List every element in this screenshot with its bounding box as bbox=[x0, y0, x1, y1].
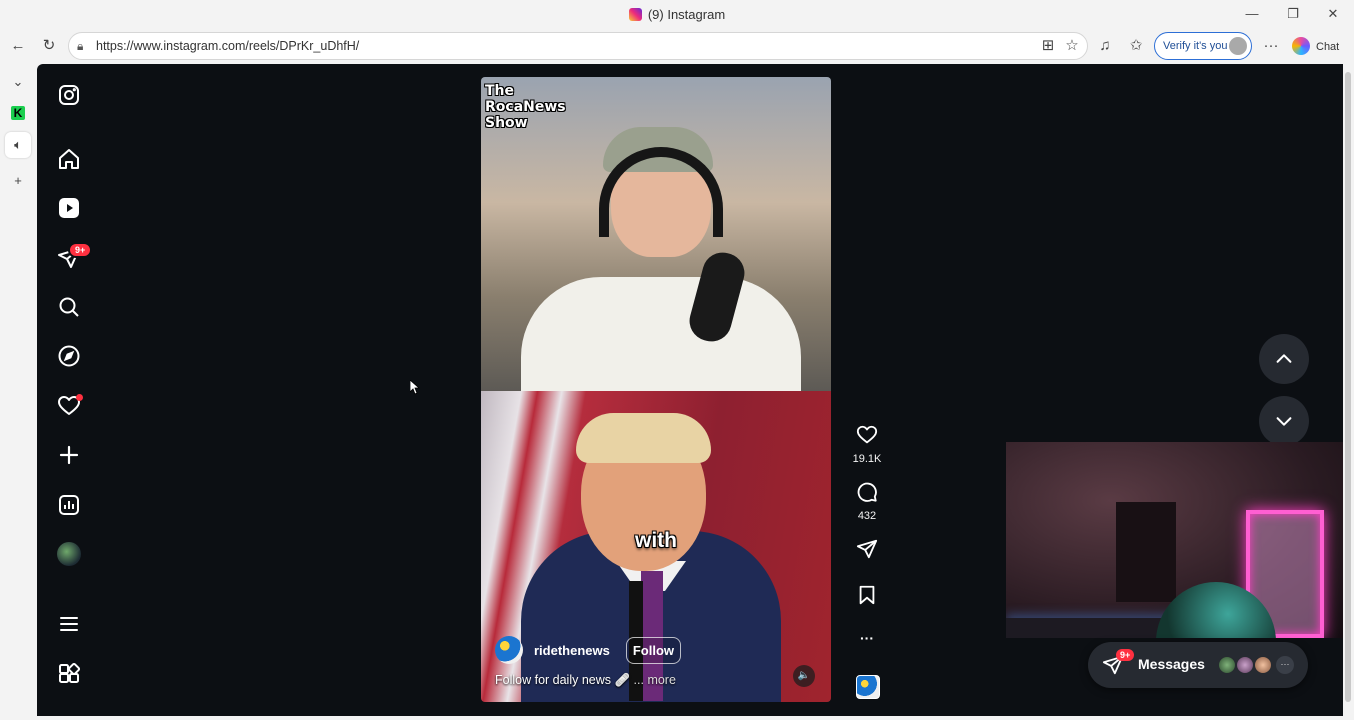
contact-avatar bbox=[1218, 656, 1236, 674]
address-bar[interactable]: 🔒︎ https://www.instagram.com/reels/DPrKr… bbox=[68, 32, 1088, 60]
reel-author: ridethenews Follow bbox=[495, 635, 682, 665]
instagram-favicon-icon bbox=[628, 8, 642, 21]
more-options-button[interactable]: ··· bbox=[845, 630, 889, 646]
messages-button[interactable]: 9+ Messages ··· bbox=[1088, 642, 1308, 688]
profile-avatar-icon bbox=[1229, 37, 1247, 55]
favorite-star-icon[interactable]: ☆ bbox=[1062, 36, 1082, 56]
collapse-chevron-icon[interactable]: ⌄ bbox=[8, 72, 28, 92]
previous-reel-button[interactable] bbox=[1259, 334, 1309, 384]
comment-button[interactable]: 432 bbox=[845, 481, 889, 522]
minimize-button[interactable]: — bbox=[1237, 4, 1267, 24]
chevron-up-icon bbox=[1276, 354, 1292, 363]
next-reel-button[interactable] bbox=[1259, 396, 1309, 446]
window-title: (9) Instagram bbox=[0, 7, 1354, 22]
instagram-nav: 9+ bbox=[37, 64, 101, 716]
like-count: 19.1K bbox=[852, 453, 882, 465]
favorites-icon[interactable]: ✩ bbox=[1126, 36, 1146, 56]
chevron-down-icon bbox=[1276, 417, 1292, 426]
read-aloud-icon[interactable]: ♫ bbox=[1095, 36, 1115, 56]
search-icon[interactable] bbox=[57, 295, 81, 319]
chat-label: Chat bbox=[1316, 41, 1340, 53]
dashboard-chart-icon[interactable] bbox=[57, 493, 81, 517]
save-button[interactable] bbox=[845, 584, 889, 611]
explore-compass-icon[interactable] bbox=[57, 344, 81, 368]
bookmark-icon bbox=[859, 585, 875, 605]
author-username[interactable]: ridethenews bbox=[534, 643, 610, 658]
messages-badge: 9+ bbox=[1116, 649, 1135, 661]
home-icon[interactable] bbox=[57, 147, 81, 171]
scrollbar-thumb[interactable] bbox=[1345, 72, 1351, 702]
show-logo: The RocaNews Show bbox=[485, 83, 566, 131]
instagram-logo-icon[interactable] bbox=[57, 83, 81, 107]
video-caption: with bbox=[635, 529, 677, 552]
restore-button[interactable]: ❐ bbox=[1278, 4, 1308, 24]
copilot-icon bbox=[1292, 37, 1310, 55]
reload-icon[interactable]: ↻ bbox=[39, 36, 59, 56]
video-top-podcast-frame: The RocaNews Show bbox=[481, 77, 831, 427]
verify-label: Verify it's you bbox=[1163, 40, 1228, 52]
comment-count: 432 bbox=[857, 510, 877, 522]
heart-icon bbox=[856, 425, 878, 444]
show-logo-line3: Show bbox=[485, 115, 528, 131]
profile-avatar[interactable] bbox=[57, 542, 81, 566]
author-avatar[interactable] bbox=[495, 636, 523, 664]
browser-sidebar: ⌄ K 🔈︎ + bbox=[0, 64, 37, 720]
address-url[interactable]: https://www.instagram.com/reels/DPrKr_uD… bbox=[96, 39, 359, 53]
comment-icon bbox=[857, 482, 877, 502]
reel-video[interactable]: The RocaNews Show with ridethenews Follo… bbox=[481, 77, 831, 702]
messages-more-icon: ··· bbox=[1276, 656, 1294, 674]
create-plus-icon[interactable] bbox=[57, 443, 81, 467]
reels-icon[interactable] bbox=[57, 196, 81, 220]
back-arrow-icon[interactable]: ← bbox=[8, 36, 28, 56]
reel-description: Follow for daily news 🩹 ... more bbox=[495, 673, 676, 688]
also-from-meta-icon[interactable] bbox=[57, 662, 81, 686]
instagram-page: 9+ The RocaNews Show with ridethenews Fo… bbox=[37, 64, 1343, 716]
verify-profile-button[interactable]: Verify it's you bbox=[1154, 32, 1252, 60]
add-tab-icon[interactable]: + bbox=[8, 171, 28, 191]
podcast-host-figure bbox=[521, 127, 801, 427]
messages-label: Messages bbox=[1138, 656, 1205, 672]
app-available-icon[interactable]: ⊞ bbox=[1038, 36, 1058, 56]
window-title-text: (9) Instagram bbox=[647, 7, 726, 22]
window-titlebar: (9) Instagram — ❐ ✕ bbox=[0, 0, 1354, 28]
share-button[interactable] bbox=[845, 538, 889, 565]
description-more-link[interactable]: ... more bbox=[634, 673, 676, 687]
share-icon bbox=[856, 539, 878, 559]
contact-avatar bbox=[1254, 656, 1272, 674]
contact-avatar bbox=[1236, 656, 1254, 674]
original-audio-thumbnail[interactable] bbox=[856, 675, 880, 699]
follow-button[interactable]: Follow bbox=[625, 636, 682, 664]
browser-toolbar: ← ↻ 🔒︎ https://www.instagram.com/reels/D… bbox=[0, 28, 1354, 64]
description-text: Follow for daily news 🩹 bbox=[495, 673, 631, 687]
mouse-cursor-icon bbox=[410, 380, 420, 395]
show-logo-line2: RocaNews bbox=[485, 99, 566, 115]
close-button[interactable]: ✕ bbox=[1318, 4, 1348, 24]
webcam-overlay bbox=[1006, 442, 1343, 638]
like-button[interactable]: 19.1K bbox=[845, 424, 889, 465]
mute-toggle-icon[interactable]: 🔈 bbox=[793, 665, 815, 687]
kick-tab-icon[interactable]: K bbox=[11, 106, 25, 120]
page-scrollbar[interactable] bbox=[1343, 64, 1354, 720]
activity-dot bbox=[76, 394, 83, 401]
notifications-badge: 9+ bbox=[68, 242, 93, 258]
copilot-chat-button[interactable]: Chat bbox=[1292, 37, 1339, 55]
site-info-icon[interactable]: 🔒︎ bbox=[77, 39, 83, 54]
show-logo-line1: The bbox=[485, 83, 515, 99]
speaker-tab-icon[interactable]: 🔈︎ bbox=[5, 132, 31, 158]
more-menu-icon[interactable] bbox=[57, 612, 81, 636]
more-menu-icon[interactable]: ··· bbox=[1261, 36, 1281, 56]
